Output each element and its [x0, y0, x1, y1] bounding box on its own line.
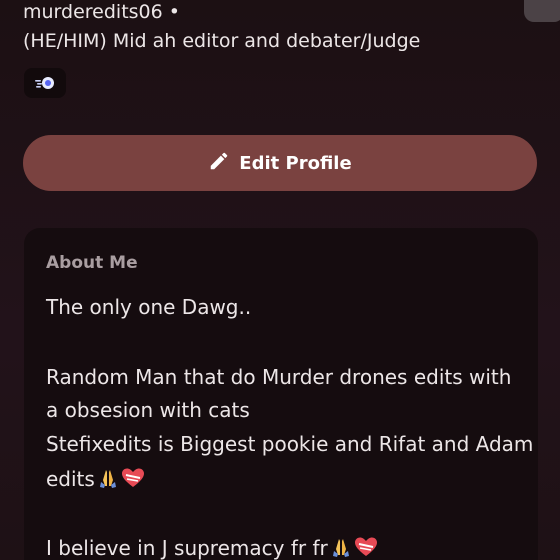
- about-line-with-emoji: edits: [46, 466, 145, 495]
- folded-hands-icon: [330, 536, 352, 560]
- menu-button[interactable]: [524, 0, 560, 22]
- about-line-with-emoji: I believe in J supremacy fr fr: [46, 535, 378, 560]
- edit-profile-button[interactable]: Edit Profile: [23, 135, 537, 191]
- heart-icon: [121, 467, 145, 495]
- separator-dot: •: [168, 1, 180, 23]
- username: murderedits06: [23, 1, 163, 23]
- username-row: murderedits06 •: [23, 0, 180, 24]
- about-me-card: About Me The only one Dawg.. Random Man …: [24, 228, 538, 560]
- folded-hands-icon: [97, 467, 119, 495]
- about-line: The only one Dawg..: [46, 295, 252, 319]
- edit-profile-label: Edit Profile: [239, 152, 352, 174]
- about-line-text: edits: [46, 467, 95, 491]
- about-line-text: I believe in J supremacy fr fr: [46, 536, 328, 560]
- about-me-title: About Me: [46, 253, 138, 273]
- bio-pronouns: (HE/HIM) Mid ah editor and debater/Judge: [23, 30, 421, 52]
- about-line: Stefixedits is Biggest pookie and Rifat …: [46, 432, 534, 456]
- profile-screen: murderedits06 • (HE/HIM) Mid ah editor an…: [0, 0, 560, 560]
- heart-icon: [354, 536, 378, 560]
- hypesquad-badge-icon[interactable]: [24, 68, 66, 98]
- about-line: a obsesion with cats: [46, 398, 250, 422]
- pencil-icon: [208, 150, 230, 177]
- about-line: Random Man that do Murder drones edits w…: [46, 365, 512, 389]
